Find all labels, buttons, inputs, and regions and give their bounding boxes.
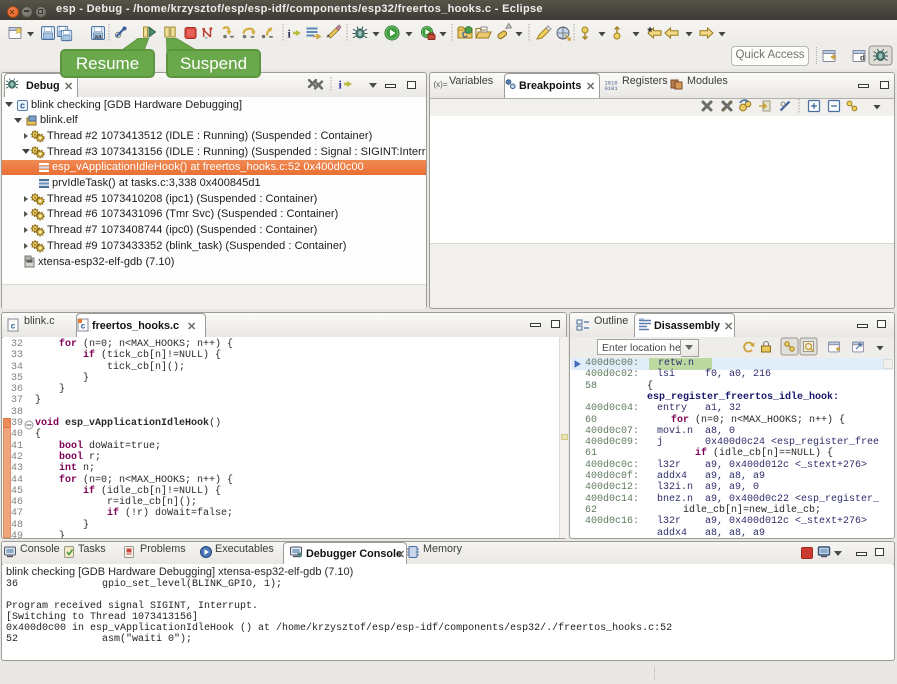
svg-text:c: c [20,100,25,110]
